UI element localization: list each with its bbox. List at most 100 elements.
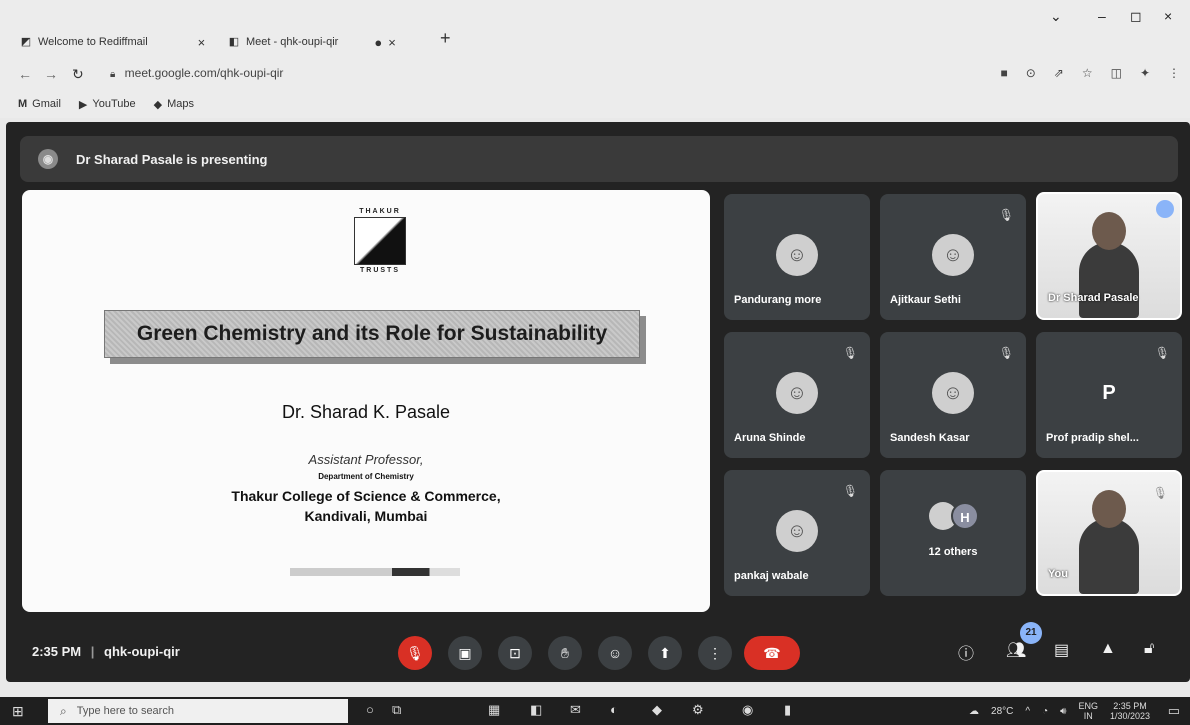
extensions-icon[interactable]: ✦: [1140, 66, 1150, 80]
participant-name: Ajitkaur Sethi: [890, 294, 961, 306]
participant-tile-video[interactable]: Dr Sharad Pasale: [1036, 192, 1182, 320]
participant-tile[interactable]: ☺ Pandurang more: [724, 194, 870, 320]
reload-icon[interactable]: ↻: [72, 66, 84, 83]
tab-rediffmail[interactable]: ◩ Welcome to Rediffmail ×: [20, 30, 220, 54]
browser-tab-bar: ◩ Welcome to Rediffmail × ◧ Meet - qhk-o…: [0, 0, 1190, 58]
avatar: ☺: [932, 234, 974, 276]
video-face: [1092, 490, 1126, 528]
participant-tile[interactable]: 🎙︎ ☺ pankaj wabale: [724, 470, 870, 596]
url-field[interactable]: 🔒︎ meet.google.com/qhk-oupi-qir: [110, 66, 283, 80]
video-face: [1092, 212, 1126, 250]
temperature[interactable]: 28°C: [991, 706, 1013, 717]
captions-button[interactable]: ⊡: [498, 636, 532, 670]
app-window-icon[interactable]: ▮: [784, 702, 791, 718]
camera-icon[interactable]: ■: [1000, 66, 1007, 80]
logo-text-bottom: TRUSTS: [360, 267, 400, 274]
app-icon[interactable]: ◆: [652, 702, 662, 718]
mic-off-icon: 🎙︎: [998, 208, 1014, 222]
bookmarks-bar: M Gmail ▶ YouTube ◆ Maps: [0, 90, 1190, 118]
system-clock[interactable]: 2:35 PM 1/30/2023: [1110, 701, 1150, 721]
recording-dot-icon: ●: [374, 34, 383, 50]
slide-author: Dr. Sharad K. Pasale: [281, 402, 451, 422]
mail-icon[interactable]: ✉: [570, 702, 581, 718]
bookmark-star-icon[interactable]: ☆: [1082, 66, 1093, 80]
region: IN: [1083, 711, 1093, 721]
store-icon[interactable]: ◧: [530, 702, 542, 718]
mic-off-icon: 🎙︎: [998, 346, 1014, 360]
volume-icon[interactable]: 🔊︎: [1060, 706, 1066, 717]
windows-start-icon[interactable]: ⊞: [12, 703, 24, 720]
mic-toggle-button[interactable]: 🎙︎: [398, 636, 432, 670]
avatar-initial: P: [1102, 382, 1116, 404]
meeting-info: 2:35 PM | qhk-oupi-qir: [32, 644, 180, 659]
maximize-button[interactable]: ◻: [1130, 8, 1142, 25]
avatar: ☺: [776, 510, 818, 552]
close-window-button[interactable]: ×: [1164, 8, 1172, 24]
zoom-icon[interactable]: ⊙: [1026, 66, 1036, 80]
gmail-icon: M: [18, 98, 28, 110]
tab-search-icon[interactable]: ⌄: [1050, 8, 1062, 25]
participant-name: Sandesh Kasar: [890, 432, 970, 444]
shared-slide: THAKUR TRUSTS Green Chemistry and its Ro…: [22, 190, 710, 612]
network-icon[interactable]: ◔: [1042, 706, 1048, 717]
meeting-time: 2:35 PM: [32, 644, 82, 659]
slide-role: Assistant Professor,: [308, 452, 424, 467]
emoji-button[interactable]: ☺: [598, 636, 632, 670]
language: ENG: [1078, 701, 1098, 711]
avatar-initial: H: [951, 502, 979, 530]
new-tab-button[interactable]: +: [440, 28, 451, 49]
language-indicator[interactable]: ENG IN: [1078, 701, 1098, 721]
present-button[interactable]: ⬆: [648, 636, 682, 670]
participant-tile[interactable]: 🎙︎ ☺ Sandesh Kasar: [880, 332, 1026, 458]
maps-icon: ◆: [153, 98, 163, 111]
calculator-icon[interactable]: ▦: [488, 702, 500, 718]
people-icon[interactable]: 👥︎: [1006, 640, 1026, 660]
close-tab-icon[interactable]: ×: [198, 35, 206, 50]
sidebar-icon[interactable]: ◫: [1111, 66, 1122, 80]
meet-icon: ◧: [228, 36, 240, 48]
leave-call-button[interactable]: ☎: [744, 636, 800, 670]
host-controls-icon[interactable]: 🔓︎: [1144, 640, 1154, 658]
raise-hand-button[interactable]: ✋︎: [548, 636, 582, 670]
tray-expand-icon[interactable]: ^: [1025, 706, 1030, 717]
mic-off-icon: 🎙︎: [1154, 346, 1170, 360]
info-icon[interactable]: ⓘ: [958, 640, 974, 664]
windows-taskbar: ⊞ ⌕ Type here to search ○ ⧉ ▦ ◧ ✉ ◐ ◆ ⚙ …: [0, 697, 1190, 725]
back-icon[interactable]: ←: [18, 66, 32, 82]
share-icon[interactable]: ⇗: [1054, 66, 1064, 80]
edge-icon[interactable]: ◐: [610, 702, 618, 717]
others-avatars: H: [929, 502, 979, 530]
clock-date: 1/30/2023: [1109, 711, 1150, 721]
participant-tile[interactable]: 🎙︎ ☺ Aruna Shinde: [724, 332, 870, 458]
camera-toggle-button[interactable]: ▣: [448, 636, 482, 670]
minimize-button[interactable]: –: [1098, 8, 1106, 24]
avatar: ☺: [776, 234, 818, 276]
others-tile[interactable]: H 12 others: [880, 470, 1026, 596]
meet-window: ◉ Dr Sharad Pasale is presenting THAKUR …: [6, 122, 1190, 682]
participant-tile[interactable]: 🎙︎ ☺ Ajitkaur Sethi: [880, 194, 1026, 320]
bookmark-youtube[interactable]: ▶ YouTube: [79, 98, 136, 111]
menu-icon[interactable]: ⋮: [1168, 66, 1180, 80]
tab-meet[interactable]: ◧ Meet - qhk-oupi-qir ● ×: [228, 30, 428, 54]
participant-name: Dr Sharad Pasale: [1048, 292, 1139, 304]
notification-icon[interactable]: ▭: [1168, 703, 1180, 719]
participant-tile[interactable]: 🎙︎ P Prof pradip shel...: [1036, 332, 1182, 458]
close-tab-icon[interactable]: ×: [388, 35, 396, 50]
bookmark-label: Gmail: [32, 98, 61, 110]
presenting-text: Dr Sharad Pasale is presenting: [76, 151, 268, 167]
bookmark-maps[interactable]: ◆ Maps: [154, 98, 194, 111]
self-video-tile[interactable]: 🎙︎ You: [1036, 470, 1182, 596]
settings-icon[interactable]: ⚙: [692, 702, 704, 718]
chrome-icon[interactable]: ◉: [742, 702, 753, 718]
logo-mark: [354, 217, 406, 265]
forward-icon[interactable]: →: [44, 66, 58, 82]
task-view-icon[interactable]: ⧉: [392, 702, 401, 718]
more-options-button[interactable]: ⋮: [698, 636, 732, 670]
logo-text-top: THAKUR: [359, 208, 401, 215]
activities-icon[interactable]: ▲: [1100, 640, 1116, 658]
tab-title: Meet - qhk-oupi-qir: [246, 36, 339, 48]
taskbar-search[interactable]: ⌕ Type here to search: [48, 699, 348, 723]
cortana-icon[interactable]: ○: [366, 702, 374, 717]
bookmark-gmail[interactable]: M Gmail: [18, 98, 61, 110]
chat-icon[interactable]: ▤: [1054, 640, 1069, 660]
